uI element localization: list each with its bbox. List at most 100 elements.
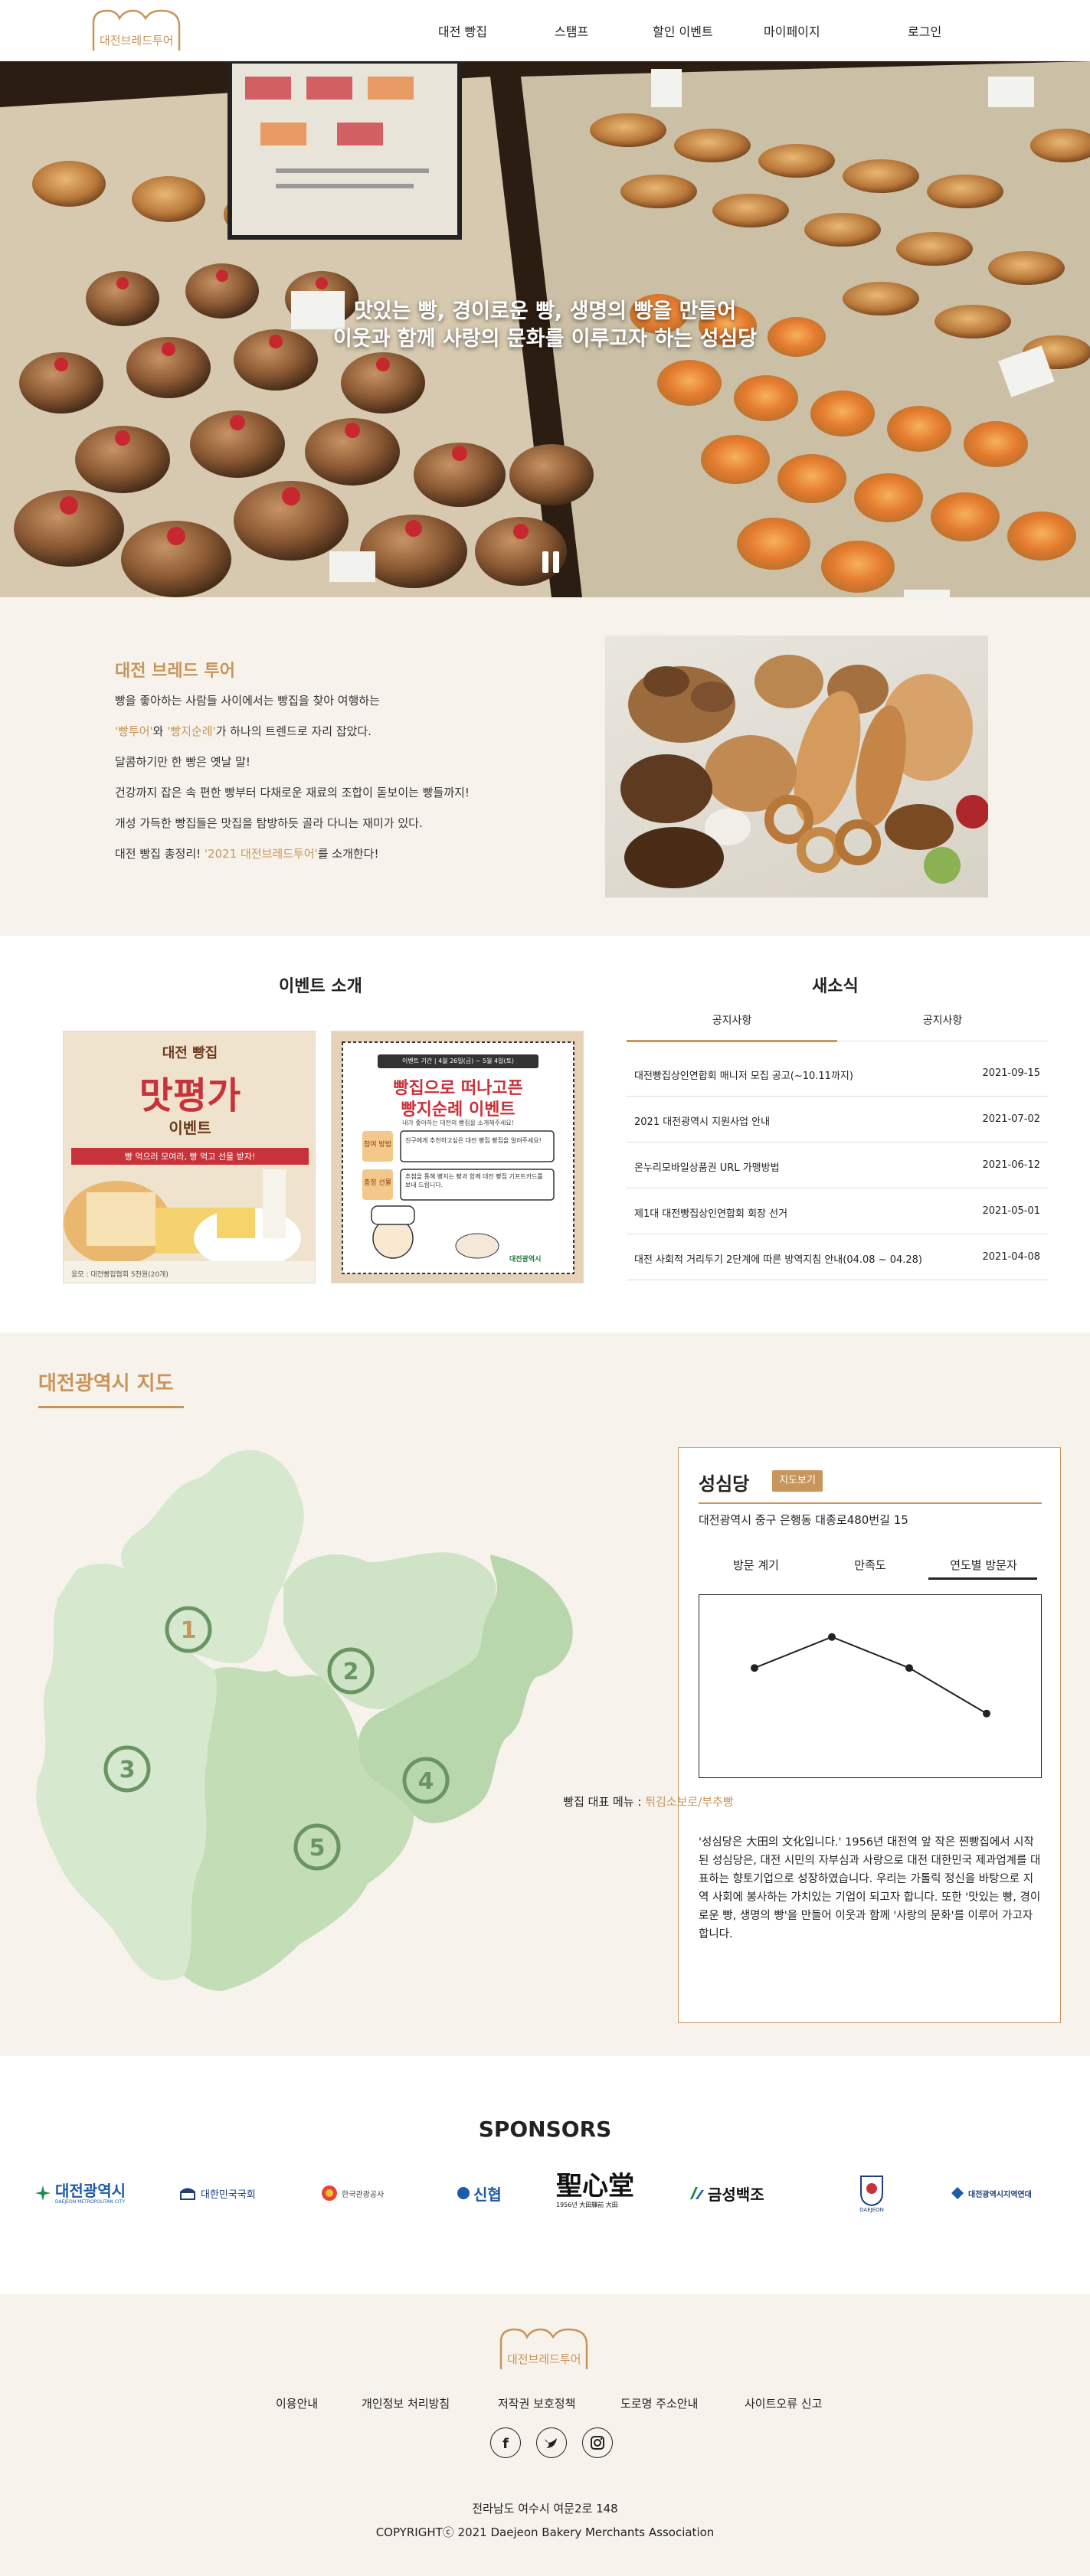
signature-menu: 빵집 대표 메뉴 : 튀김소보로/부추빵 xyxy=(0,1793,1090,1809)
sponsor-daejeon-badge-name: DAEJEON xyxy=(859,2207,884,2213)
chart-point xyxy=(905,1664,913,1672)
map-title-underline xyxy=(38,1406,184,1408)
footer-link-address[interactable]: 도로명 주소안내 xyxy=(620,2395,698,2411)
map-title: 대전광역시 지도 xyxy=(38,1372,174,1395)
sponsor-korea-tourism-name: 한국관광공사 xyxy=(342,2190,385,2199)
pilgrimage-text-1: 친구에게 추천하고싶은 대전 빵집 빵집을 알려주세요! xyxy=(405,1137,542,1144)
bakery-address: 대전광역시 중구 은행동 대종로480번길 15 xyxy=(699,1513,908,1527)
news-row[interactable]: 제1대 대전빵집상인연합회 회장 선거 2021-05-01 xyxy=(627,1188,1048,1234)
nav-bakeries[interactable]: 대전 빵집 xyxy=(438,21,487,40)
svg-text:f: f xyxy=(502,2436,509,2452)
sponsor-national-assembly-name: 대한민국국회 xyxy=(201,2189,256,2201)
footer-copyright: COPYRIGHTⓒ 2021 Daejeon Bakery Merchants… xyxy=(375,2525,715,2539)
footer-link-privacy[interactable]: 개인정보 처리방침 xyxy=(362,2395,450,2411)
chart-series-line xyxy=(754,1636,987,1715)
news-tab-notice-2[interactable]: 공지사항 xyxy=(837,1012,1048,1028)
footer-address: 전라남도 여수시 여문2로 148 xyxy=(472,2502,618,2516)
pilgrimage-tag-1: 참여 방법 xyxy=(364,1141,391,1149)
sponsor-sungsimdang[interactable]: 聖心堂 1956년 大田驛前 大田 xyxy=(556,2172,634,2215)
sponsor-korea-tourism[interactable]: 한국관광공사 xyxy=(320,2172,384,2215)
daejeon-crest-icon xyxy=(860,2176,883,2207)
footer-logo[interactable]: 대전브레드투어 xyxy=(498,2325,593,2372)
news-row-title: 대전 사회적 거리두기 2단계에 따른 방역지침 안내(04.08 ~ 04.2… xyxy=(634,1254,922,1266)
sponsor-daejeon-regional-name: 대전광역시지역연대 xyxy=(968,2190,1032,2199)
korea-tourism-icon xyxy=(322,2185,337,2201)
news-row[interactable]: 온누리모바일상품권 URL 가맹방법 2021-06-12 xyxy=(627,1143,1048,1188)
chart-point xyxy=(828,1633,836,1641)
twitter-icon[interactable] xyxy=(536,2427,567,2458)
intro-line-5: 개성 가득한 빵집들은 맛집을 탐방하듯 골라 다니는 재미가 있다. xyxy=(115,816,423,830)
news-row-date: 2021-05-01 xyxy=(982,1205,1040,1217)
pilgrimage-event-poster xyxy=(332,1031,583,1283)
tab-satisfaction[interactable]: 만족도 xyxy=(813,1557,927,1573)
chart-point xyxy=(751,1664,758,1672)
sponsor-shinhyup-name: 신협 xyxy=(473,2185,502,2204)
instagram-icon[interactable] xyxy=(582,2427,613,2458)
tasting-event-ribbon: 빵 먹으러 모여라, 빵 먹고 선물 받자! xyxy=(124,1152,256,1162)
map-marker-3[interactable]: 3 xyxy=(119,1757,136,1783)
news-row-date: 2021-07-02 xyxy=(982,1113,1040,1125)
nav-stamp[interactable]: 스탬프 xyxy=(555,21,588,40)
national-assembly-icon xyxy=(180,2188,195,2200)
pilgrimage-tag-2: 증정 선물 xyxy=(364,1179,391,1187)
tasting-event-main: 맛평가 xyxy=(139,1074,241,1117)
tab-visit-reason[interactable]: 방문 계기 xyxy=(699,1557,813,1573)
view-map-button[interactable]: 지도보기 xyxy=(772,1470,823,1492)
intro-line-2: '빵투어'와 '빵지순례'가 하나의 트렌드로 자리 잡았다. xyxy=(115,724,372,738)
tasting-event-sub: 이벤트 xyxy=(169,1119,211,1137)
tab-yearly-visitors[interactable]: 연도별 방문자 xyxy=(927,1557,1040,1573)
bread-assortment-image xyxy=(605,636,988,897)
nav-discount-event[interactable]: 할인 이벤트 xyxy=(653,21,713,40)
sponsor-sungsimdang-sub: 1956년 大田驛前 大田 xyxy=(556,2202,618,2208)
chart-point xyxy=(983,1709,990,1718)
geumseong-baekjo-icon xyxy=(690,2187,704,2199)
pilgrimage-text-2: 추첨을 통해 빵지는 빵과 함께 대전 빵집 기프트카드를 보내 드립니다. xyxy=(405,1173,543,1188)
map-marker-5[interactable]: 5 xyxy=(309,1835,326,1862)
sponsor-national-assembly[interactable]: 대한민국국회 xyxy=(178,2172,256,2215)
facebook-icon[interactable]: f xyxy=(490,2427,521,2458)
hero-banner: 맛있는 빵, 경이로운 빵, 생명의 빵을 만들어 이웃과 함께 사랑의 문화를… xyxy=(0,61,1090,597)
signature-menu-label: 빵집 대표 메뉴 : xyxy=(563,1795,646,1809)
map-marker-1[interactable]: 1 xyxy=(181,1617,197,1644)
news-row[interactable]: 대전빵집상인연합회 매니저 모집 공고(~10.11까지) 2021-09-15 xyxy=(627,1051,1048,1097)
news-row[interactable]: 대전 사회적 거리두기 2단계에 따른 방역지침 안내(04.08 ~ 04.2… xyxy=(627,1234,1048,1280)
sponsor-daejeon-badge[interactable]: DAEJEON xyxy=(856,2172,887,2215)
footer-link-copyright[interactable]: 저작권 보호정책 xyxy=(498,2395,575,2411)
sponsor-daejeon-city-name: 대전광역시 xyxy=(55,2181,126,2200)
footer-link-guide[interactable]: 이용안내 xyxy=(276,2395,318,2411)
sponsors-title: SPONSORS xyxy=(478,2117,612,2142)
news-row[interactable]: 2021 대전광역시 지원사업 안내 2021-07-02 xyxy=(627,1097,1048,1143)
map-marker-2[interactable]: 2 xyxy=(343,1659,359,1685)
regional-alliance-icon xyxy=(951,2187,964,2199)
sponsor-shinhyup[interactable]: 신협 xyxy=(456,2172,502,2215)
footer-link-error-report[interactable]: 사이트오류 신고 xyxy=(745,2395,822,2411)
intro-line-1: 빵을 좋아하는 사람들 사이에서는 빵집을 찾아 여행하는 xyxy=(115,694,381,708)
hero-headline-2: 이웃과 함께 사랑의 문화를 이루고자 하는 성심당 xyxy=(332,327,758,351)
nav-login[interactable]: 로그인 xyxy=(908,21,941,40)
news-row-title: 제1대 대전빵집상인연합회 회장 선거 xyxy=(634,1208,788,1220)
pilgrimage-sub: 내가 좋아하는 대전의 빵집을 소개해주세요! xyxy=(402,1120,514,1126)
pilgrimage-main-2: 빵지순례 이벤트 xyxy=(401,1100,516,1120)
news-row-date: 2021-09-15 xyxy=(982,1067,1040,1079)
news-row-title: 2021 대전광역시 지원사업 안내 xyxy=(634,1116,771,1128)
sponsor-daejeon-regional[interactable]: 대전광역시지역연대 xyxy=(950,2172,1032,2215)
news-tab-notice-1[interactable]: 공지사항 xyxy=(627,1012,837,1028)
site-header: 대전브레드투어 대전 빵집 스탬프 할인 이벤트 마이페이지 로그인 xyxy=(0,0,1090,61)
slider-pause-button[interactable] xyxy=(542,551,561,573)
event-card-bread-pilgrimage[interactable]: 이벤트 기간 | 4월 26일(금) ~ 5월 4일(토) 빵집으로 떠나고픈 … xyxy=(331,1031,584,1283)
map-marker-4[interactable]: 4 xyxy=(418,1768,434,1795)
events-title: 이벤트 소개 xyxy=(279,977,362,996)
daejeon-district-map: 1 2 3 4 5 xyxy=(36,1450,573,1991)
pilgrimage-logo: 대전광역시 xyxy=(509,1256,542,1263)
intro-line-3: 달콤하기만 한 빵은 옛날 말! xyxy=(115,755,250,769)
nav-mypage[interactable]: 마이페이지 xyxy=(764,21,820,40)
site-logo[interactable]: 대전브레드투어 xyxy=(90,6,185,54)
sponsor-daejeon-city-sub: DAEJEON METROPOLITAN CITY xyxy=(55,2198,126,2205)
news-row-title: 대전빵집상인연합회 매니저 모집 공고(~10.11까지) xyxy=(634,1071,853,1082)
news-row-date: 2021-06-12 xyxy=(982,1159,1040,1171)
panel-tab-indicator xyxy=(928,1577,1037,1580)
sponsor-daejeon-city[interactable]: 대전광역시 DAEJEON METROPOLITAN CITY xyxy=(34,2172,126,2215)
sponsor-geumseong-baekjo[interactable]: 금성백조 xyxy=(688,2172,764,2215)
event-card-tasting[interactable]: 대전 빵집 맛평가 이벤트 빵 먹으러 모여라, 빵 먹고 선물 받자! 응모 … xyxy=(63,1031,316,1283)
hero-headline-1: 맛있는 빵, 경이로운 빵, 생명의 빵을 만들어 xyxy=(353,299,737,323)
